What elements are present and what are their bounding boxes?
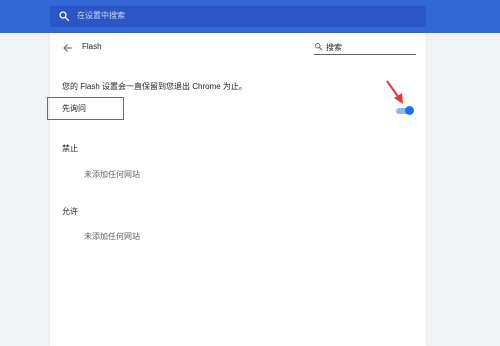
ask-first-toggle[interactable] — [396, 106, 414, 115]
settings-search-placeholder: 在设置中搜索 — [77, 11, 125, 20]
annotation-arrow-icon — [386, 80, 403, 104]
top-bar: 在设置中搜索 — [0, 0, 500, 33]
flash-settings-card: Flash 搜索 您的 Flash 设置会一直保留到您退出 Chrome 为止。… — [47, 33, 426, 346]
block-empty-text: 未添加任何网站 — [84, 170, 140, 179]
toggle-knob — [405, 106, 414, 115]
page-title: Flash — [82, 42, 102, 51]
flash-info-text: 您的 Flash 设置会一直保留到您退出 Chrome 为止。 — [62, 82, 247, 91]
page-search-label: 搜索 — [326, 43, 342, 52]
annotation-highlight-box — [47, 97, 124, 120]
search-icon — [315, 43, 323, 51]
allow-section-label: 允许 — [62, 207, 78, 216]
page-search-field[interactable]: 搜索 — [314, 41, 416, 55]
search-icon — [59, 11, 70, 22]
settings-search-box[interactable]: 在设置中搜索 — [50, 6, 426, 27]
back-arrow-icon[interactable] — [62, 42, 74, 54]
block-section-label: 禁止 — [62, 144, 78, 153]
allow-empty-text: 未添加任何网站 — [84, 232, 140, 241]
